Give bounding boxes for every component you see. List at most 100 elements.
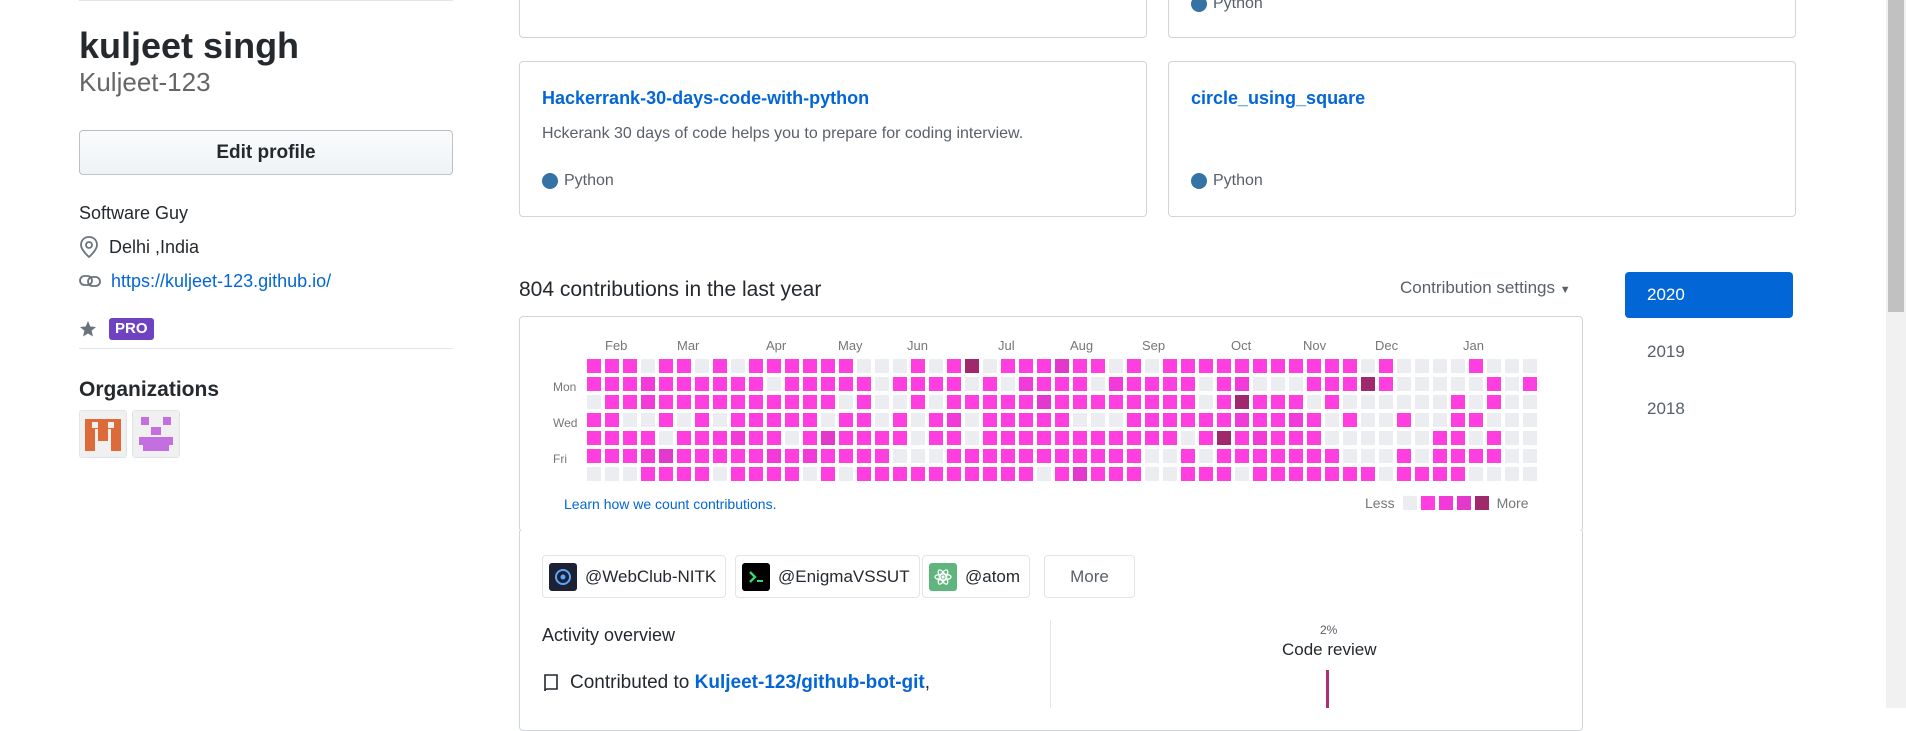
contribution-day[interactable] [587,449,601,463]
contribution-day[interactable] [911,431,925,445]
contribution-day[interactable] [641,449,655,463]
contribution-day[interactable] [767,359,781,373]
contribution-day[interactable] [695,413,709,427]
contribution-day[interactable] [1055,431,1069,445]
org-avatar-1[interactable] [79,410,127,458]
contribution-day[interactable] [911,413,925,427]
contribution-day[interactable] [1271,431,1285,445]
edit-profile-button[interactable]: Edit profile [79,130,453,175]
contribution-day[interactable] [1055,467,1069,481]
contribution-day[interactable] [1217,395,1231,409]
contribution-day[interactable] [983,449,997,463]
contribution-day[interactable] [947,395,961,409]
contribution-day[interactable] [1163,467,1177,481]
contribution-day[interactable] [1415,359,1429,373]
contribution-day[interactable] [1181,449,1195,463]
contribution-day[interactable] [839,467,853,481]
contribution-day[interactable] [641,377,655,391]
contribution-day[interactable] [767,449,781,463]
contribution-day[interactable] [749,395,763,409]
contribution-day[interactable] [587,377,601,391]
contribution-day[interactable] [1091,467,1105,481]
contribution-day[interactable] [1343,395,1357,409]
contribution-day[interactable] [1199,377,1213,391]
contribution-day[interactable] [1019,467,1033,481]
contribution-day[interactable] [1001,377,1015,391]
contribution-day[interactable] [875,413,889,427]
contribution-day[interactable] [893,359,907,373]
contribution-day[interactable] [1361,413,1375,427]
contribution-day[interactable] [1127,449,1141,463]
contribution-day[interactable] [875,359,889,373]
contribution-day[interactable] [677,377,691,391]
contribution-day[interactable] [821,413,835,427]
contribution-settings-dropdown[interactable]: Contribution settings ▼ [1400,278,1571,298]
contribution-day[interactable] [821,395,835,409]
contribution-day[interactable] [677,467,691,481]
contribution-day[interactable] [1181,395,1195,409]
contribution-day[interactable] [1217,413,1231,427]
contribution-day[interactable] [1109,449,1123,463]
contribution-day[interactable] [1073,413,1087,427]
contribution-day[interactable] [677,413,691,427]
contribution-day[interactable] [1217,359,1231,373]
contribution-day[interactable] [1487,395,1501,409]
contribution-day[interactable] [1415,377,1429,391]
contribution-day[interactable] [1397,467,1411,481]
repo-link-hackerrank[interactable]: Hackerrank-30-days-code-with-python [542,88,869,109]
contribution-day[interactable] [911,395,925,409]
contribution-day[interactable] [1451,359,1465,373]
contributed-repo-link[interactable]: Kuljeet-123/github-bot-git [695,672,925,693]
contribution-day[interactable] [623,377,637,391]
contribution-day[interactable] [929,395,943,409]
contribution-day[interactable] [821,431,835,445]
contribution-day[interactable] [1343,431,1357,445]
contribution-day[interactable] [803,395,817,409]
contribution-day[interactable] [1019,413,1033,427]
contribution-day[interactable] [587,431,601,445]
contribution-day[interactable] [605,395,619,409]
contribution-day[interactable] [1019,431,1033,445]
contribution-day[interactable] [839,449,853,463]
contribution-day[interactable] [1235,467,1249,481]
contribution-day[interactable] [677,449,691,463]
contribution-day[interactable] [587,413,601,427]
contribution-day[interactable] [713,359,727,373]
contribution-day[interactable] [1037,413,1051,427]
contribution-day[interactable] [623,431,637,445]
contribution-day[interactable] [1163,377,1177,391]
contribution-day[interactable] [1235,359,1249,373]
contribution-day[interactable] [695,395,709,409]
contribution-day[interactable] [1199,431,1213,445]
contribution-day[interactable] [1217,431,1231,445]
contribution-day[interactable] [1433,395,1447,409]
contribution-day[interactable] [1361,467,1375,481]
contribution-day[interactable] [659,377,673,391]
contribution-day[interactable] [767,377,781,391]
contribution-day[interactable] [1019,377,1033,391]
contribution-day[interactable] [1487,359,1501,373]
contribution-day[interactable] [1001,449,1015,463]
contribution-day[interactable] [1055,377,1069,391]
contribution-day[interactable] [1091,413,1105,427]
contribution-day[interactable] [839,395,853,409]
contribution-day[interactable] [1037,449,1051,463]
contribution-day[interactable] [1289,413,1303,427]
contribution-day[interactable] [1325,359,1339,373]
contribution-day[interactable] [803,431,817,445]
contribution-day[interactable] [785,359,799,373]
contribution-day[interactable] [1397,449,1411,463]
org-avatar-2[interactable] [132,410,180,458]
contribution-day[interactable] [839,413,853,427]
contribution-day[interactable] [1271,449,1285,463]
contribution-day[interactable] [1433,359,1447,373]
repo-link-circle[interactable]: circle_using_square [1191,88,1365,109]
contribution-day[interactable] [1109,377,1123,391]
contribution-day[interactable] [803,449,817,463]
contribution-day[interactable] [1307,413,1321,427]
contribution-day[interactable] [749,431,763,445]
contribution-day[interactable] [695,377,709,391]
contribution-day[interactable] [1001,359,1015,373]
contribution-day[interactable] [875,449,889,463]
contribution-day[interactable] [1433,431,1447,445]
